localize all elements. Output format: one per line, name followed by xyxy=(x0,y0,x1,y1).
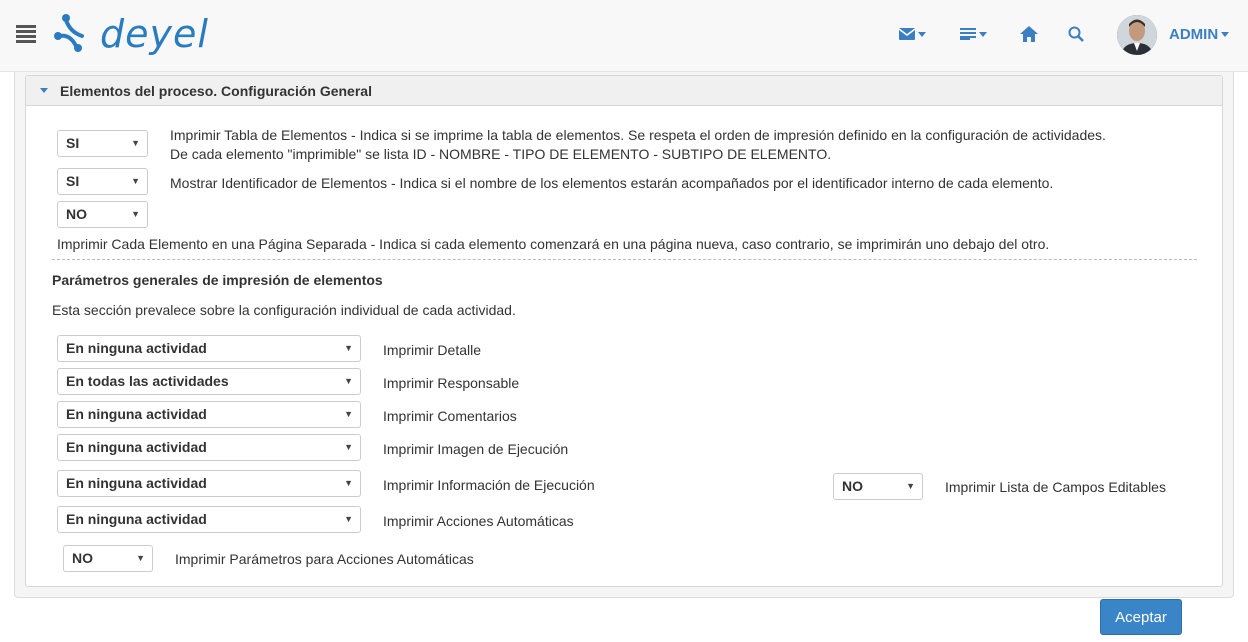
envelope-icon xyxy=(899,28,915,40)
show-element-id-select[interactable]: SI ▼ xyxy=(57,168,148,195)
dropdown-arrow-icon: ▼ xyxy=(344,442,353,452)
search-button[interactable] xyxy=(1068,22,1084,46)
top-navbar: deyel ADMIN xyxy=(0,0,1248,72)
print-auto-actions-select[interactable]: En ninguna actividad ▼ xyxy=(57,506,361,533)
select-value: En ninguna actividad xyxy=(66,475,207,491)
user-name: ADMIN xyxy=(1169,26,1219,43)
select-value: En ninguna actividad xyxy=(66,439,207,455)
select-value: En ninguna actividad xyxy=(66,406,207,422)
user-menu[interactable]: ADMIN xyxy=(1169,26,1230,43)
mail-dropdown[interactable] xyxy=(899,22,926,46)
section-description: Esta sección prevalece sobre la configur… xyxy=(52,302,516,318)
select-value: NO xyxy=(66,206,87,222)
dropdown-arrow-icon: ▼ xyxy=(131,176,140,186)
print-detail-select[interactable]: En ninguna actividad ▼ xyxy=(57,335,361,362)
dropdown-arrow-icon: ▼ xyxy=(131,138,140,148)
panel-header[interactable]: Elementos del proceso. Configuración Gen… xyxy=(26,76,1222,106)
list-dropdown[interactable] xyxy=(960,22,987,46)
avatar[interactable] xyxy=(1117,15,1157,55)
dropdown-arrow-icon: ▼ xyxy=(344,409,353,419)
logo-text: deyel xyxy=(100,12,209,56)
print-execution-image-label: Imprimir Imagen de Ejecución xyxy=(383,441,569,457)
print-editable-fields-select[interactable]: NO ▼ xyxy=(833,473,923,500)
select-value: NO xyxy=(842,478,863,494)
section-title: Parámetros generales de impresión de ele… xyxy=(52,272,383,288)
print-execution-info-select[interactable]: En ninguna actividad ▼ xyxy=(57,470,361,497)
panel-title: Elementos del proceso. Configuración Gen… xyxy=(60,82,372,99)
print-execution-info-label: Imprimir Información de Ejecución xyxy=(383,477,595,493)
separate-page-label: Imprimir Cada Elemento en una Página Sep… xyxy=(57,236,1050,252)
dropdown-arrow-icon: ▼ xyxy=(344,376,353,386)
user-photo-icon xyxy=(1117,15,1157,55)
list-icon xyxy=(960,28,976,40)
dropdown-arrow-icon: ▼ xyxy=(131,209,140,219)
select-value: NO xyxy=(72,550,93,566)
print-comments-select[interactable]: En ninguna actividad ▼ xyxy=(57,401,361,428)
print-responsible-label: Imprimir Responsable xyxy=(383,375,520,391)
separate-page-select[interactable]: NO ▼ xyxy=(57,201,148,228)
print-auto-action-params-label: Imprimir Parámetros para Acciones Automá… xyxy=(175,551,474,567)
print-elements-table-select[interactable]: SI ▼ xyxy=(57,130,148,157)
select-value: SI xyxy=(66,135,80,151)
print-execution-image-select[interactable]: En ninguna actividad ▼ xyxy=(57,434,361,461)
dropdown-arrow-icon: ▼ xyxy=(344,514,353,524)
chevron-down-icon xyxy=(979,31,987,37)
select-value: En ninguna actividad xyxy=(66,511,207,527)
print-elements-table-desc: De cada elemento "imprimible" se lista I… xyxy=(170,146,832,162)
chevron-down-icon xyxy=(918,31,926,37)
divider xyxy=(52,259,1197,260)
dropdown-arrow-icon: ▼ xyxy=(136,553,145,563)
home-button[interactable] xyxy=(1020,22,1038,46)
print-elements-table-label: Imprimir Tabla de Elementos - Indica si … xyxy=(170,127,1106,143)
dropdown-arrow-icon: ▼ xyxy=(344,343,353,353)
accept-button[interactable]: Aceptar xyxy=(1100,599,1182,635)
show-element-id-label: Mostrar Identificador de Elementos - Ind… xyxy=(170,175,1054,191)
deyel-logo[interactable]: deyel xyxy=(52,10,257,58)
print-auto-actions-label: Imprimir Acciones Automáticas xyxy=(383,513,574,529)
dropdown-arrow-icon: ▼ xyxy=(906,481,915,491)
logo-mark-icon xyxy=(54,14,84,52)
select-value: En todas las actividades xyxy=(66,373,229,389)
print-editable-fields-label: Imprimir Lista de Campos Editables xyxy=(945,479,1166,495)
chevron-down-icon xyxy=(1221,32,1230,37)
select-value: En ninguna actividad xyxy=(66,340,207,356)
collapse-caret-icon xyxy=(40,88,48,93)
print-auto-action-params-select[interactable]: NO ▼ xyxy=(63,545,153,572)
home-icon xyxy=(1020,26,1038,42)
print-detail-label: Imprimir Detalle xyxy=(383,342,482,358)
select-value: SI xyxy=(66,173,80,189)
menu-icon[interactable] xyxy=(16,25,36,43)
search-icon xyxy=(1068,26,1084,42)
print-responsible-select[interactable]: En todas las actividades ▼ xyxy=(57,368,361,395)
print-comments-label: Imprimir Comentarios xyxy=(383,408,517,424)
dropdown-arrow-icon: ▼ xyxy=(344,478,353,488)
